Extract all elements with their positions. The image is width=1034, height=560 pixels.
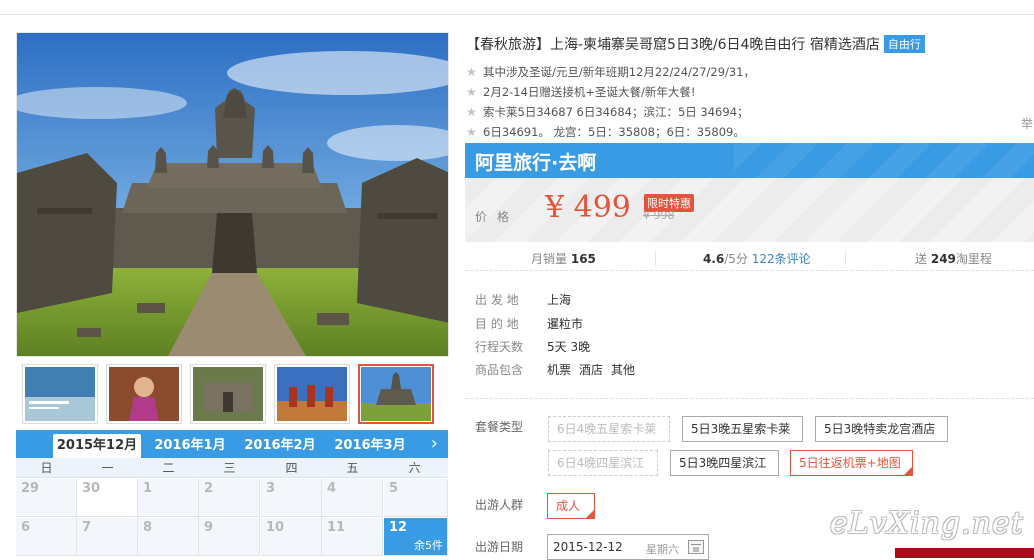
self-guided-badge: 自由行: [883, 35, 925, 53]
calendar-day: 5: [384, 479, 448, 517]
thumbnail-5[interactable]: [358, 364, 434, 424]
site-watermark: eLvXing.net: [830, 506, 1024, 541]
tab-month-4[interactable]: 2016年3月: [326, 434, 414, 458]
calendar-day: 9: [199, 518, 260, 556]
note-line: ★ 其中涉及圣诞/元旦/新年班期12月22/24/27/29/31，: [466, 62, 1026, 82]
report-link[interactable]: 举: [1021, 115, 1033, 132]
thumbnail-3[interactable]: [190, 364, 266, 424]
chevron-right-icon[interactable]: ›: [431, 432, 438, 456]
travel-date-value: 2015-12-12: [553, 540, 623, 554]
package-option-selected[interactable]: 5日往返机票+地图: [790, 450, 913, 476]
prop-departure: 出 发 地上海: [475, 293, 572, 307]
tab-month-2[interactable]: 2016年1月: [146, 434, 234, 458]
top-divider: [0, 14, 1034, 15]
calendar-day: 8: [138, 518, 199, 556]
rating: 4.6/5分 122条评论: [703, 252, 811, 266]
package-type-label: 套餐类型: [475, 420, 524, 434]
product-title: 【春秋旅游】上海-柬埔寨吴哥窟5日3晚/6日4晚自由行 宿精选酒店: [466, 37, 880, 53]
tab-month-1[interactable]: 2015年12月: [53, 434, 141, 458]
monthly-sales: 月销量 165: [531, 252, 596, 266]
price-box: 价格 ¥ 499 限时特惠 ¥ 998: [465, 178, 1034, 242]
calendar-day: 10: [261, 518, 322, 556]
note-line: ★ 2月2-14日赠送接机+圣诞大餐/新年大餐!: [466, 82, 1026, 102]
calendar-day: 1: [138, 479, 199, 517]
original-price: ¥ 998: [643, 209, 675, 222]
calendar-day: 3: [261, 479, 322, 517]
travel-date-field[interactable]: 2015-12-12 星期六: [547, 534, 709, 560]
corner-block: [895, 548, 1034, 558]
travel-date-label: 出游日期: [475, 540, 524, 554]
prop-includes: 商品包含 机票 酒店 其他: [475, 363, 636, 377]
weekday-label: 六: [408, 461, 421, 475]
thumbnail-4[interactable]: [274, 364, 350, 424]
calendar-icon[interactable]: [688, 540, 704, 554]
main-product-photo[interactable]: [16, 32, 449, 357]
calendar-day-selected[interactable]: 12 余5件: [384, 518, 448, 556]
note-line: ★ 索卡莱5日34687 6日34684；滨江：5日 34694；: [466, 102, 1026, 122]
calendar-month-tabs: 2015年12月 2016年1月 2016年2月 2016年3月 ›: [16, 430, 448, 458]
star-icon: ★: [466, 65, 477, 79]
weekday-label: 四: [285, 461, 298, 475]
thumbnail-1[interactable]: [22, 364, 98, 424]
calendar-day: 11: [322, 518, 383, 556]
calendar-day: 2: [199, 479, 260, 517]
calendar-day: 30: [77, 479, 138, 517]
calendar-day: 4: [322, 479, 383, 517]
calendar-day: 29: [16, 479, 77, 517]
package-option[interactable]: 5日3晚特卖龙宫酒店: [815, 416, 948, 442]
reviews-link[interactable]: 122条评论: [752, 252, 811, 266]
product-title-row: 【春秋旅游】上海-柬埔寨吴哥窟5日3晚/6日4晚自由行 宿精选酒店 自由行: [466, 34, 1026, 54]
alitrip-banner: 阿里旅行·去啊: [465, 143, 1034, 178]
package-option[interactable]: 6日4晚四星滨江: [548, 450, 658, 476]
weekday-label: 二: [162, 461, 175, 475]
departure-calendar: 2015年12月 2016年1月 2016年2月 2016年3月 › 日 一 二…: [16, 430, 448, 558]
calendar-weekday-header: 日 一 二 三 四 五 六: [16, 458, 448, 478]
weekday-label: 一: [101, 461, 114, 475]
product-notes: ★ 其中涉及圣诞/元旦/新年班期12月22/24/27/29/31， ★ 2月2-1…: [466, 62, 1026, 142]
package-option[interactable]: 5日3晚五星索卡莱: [682, 416, 803, 442]
thumbnail-strip: [16, 364, 449, 424]
divider: [465, 398, 1034, 399]
star-icon: ★: [466, 85, 477, 99]
weekday-label: 三: [223, 461, 236, 475]
calendar-day: 6: [16, 518, 77, 556]
calendar-day-stock: 余5件: [414, 539, 443, 552]
traveler-option-selected[interactable]: 成人: [547, 493, 595, 519]
sales-stats: 月销量 165 4.6/5分 122条评论 送 249淘里程: [465, 245, 1034, 271]
alitrip-logo-text: 阿里旅行·去啊: [475, 152, 597, 174]
price-label: 价格: [475, 210, 520, 224]
weekday-label: 五: [346, 461, 359, 475]
calendar-day: 7: [77, 518, 138, 556]
note-line: ★ 6日34691。 龙宫：5日：35808；6日：35809。: [466, 122, 1026, 142]
prop-destination: 目 的 地暹粒市: [475, 317, 584, 331]
star-icon: ★: [466, 125, 477, 139]
current-price: ¥ 499: [545, 190, 631, 225]
travel-date-weekday: 星期六: [646, 543, 679, 556]
prop-duration: 行程天数 5天 3晚: [475, 340, 591, 354]
calendar-day-number: 12: [389, 520, 408, 535]
star-icon: ★: [466, 105, 477, 119]
package-option[interactable]: 5日3晚四星滨江: [670, 450, 779, 476]
thumbnail-2[interactable]: [106, 364, 182, 424]
package-option[interactable]: 6日4晚五星索卡莱: [548, 416, 670, 442]
mileage-points: 送 249淘里程: [915, 252, 992, 266]
traveler-type-label: 出游人群: [475, 498, 524, 512]
tab-month-3[interactable]: 2016年2月: [236, 434, 324, 458]
weekday-label: 日: [40, 461, 53, 475]
